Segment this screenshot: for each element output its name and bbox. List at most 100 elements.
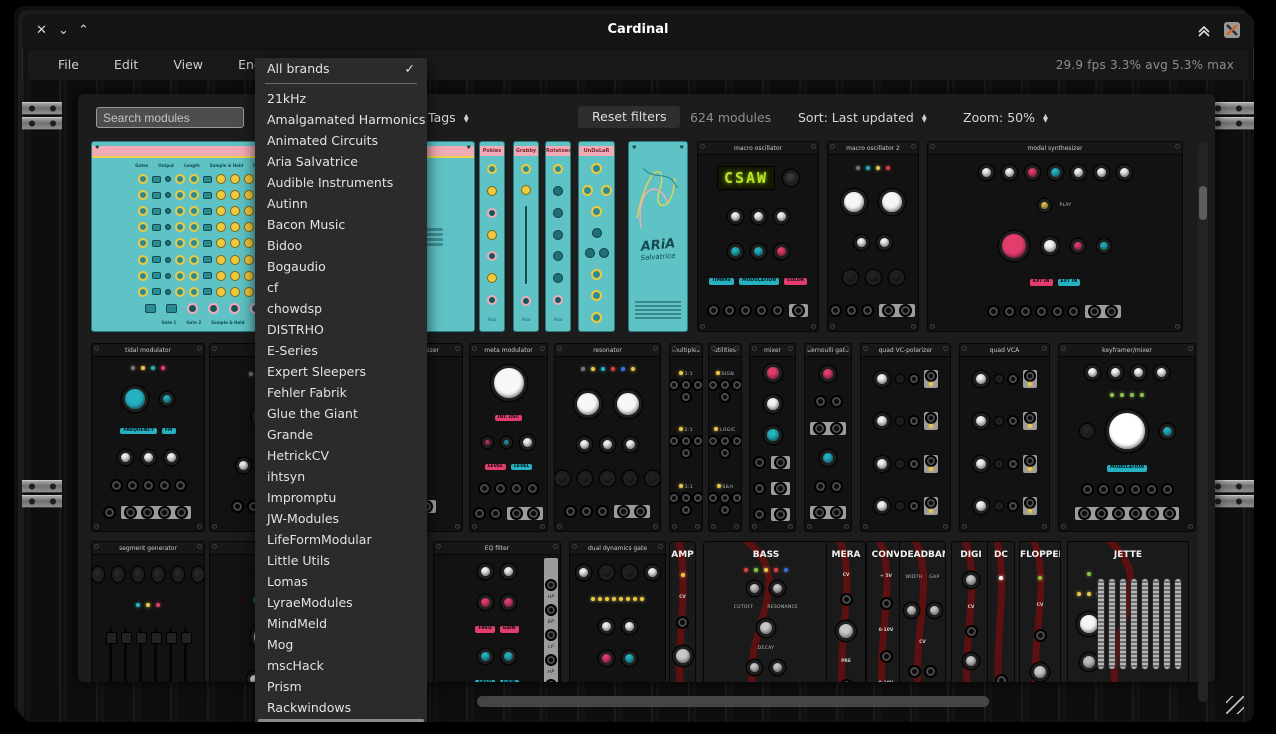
module-preview-flopper[interactable]: FLOPPER CV — [1020, 542, 1060, 682]
chip: LEVEL — [485, 464, 506, 471]
menu-item-distrho[interactable]: DISTRHO — [255, 319, 427, 340]
module-preview-rotatoes[interactable]: Rotatoes Aria — [546, 142, 570, 331]
menu-item-label: cf — [267, 277, 278, 298]
rollup-icon[interactable] — [1196, 23, 1212, 39]
menu-item-all-brands[interactable]: All brands ✓ — [255, 58, 427, 79]
menu-item-bogaudio[interactable]: Bogaudio — [255, 256, 427, 277]
module-preview-segment-generator[interactable]: segment generator — [92, 542, 204, 682]
menu-item-audible-instruments[interactable]: Audible Instruments — [255, 172, 427, 193]
module-preview-eq-filter[interactable]: EQ filterFREQGAINFREQGAINHPBPLPHPBP — [434, 542, 560, 682]
module-preview-quad-vca[interactable]: quad VCA — [960, 344, 1049, 531]
module-preview-meta-modulator[interactable]: meta modulatorINT. OSCLEVELLEVEL — [470, 344, 547, 531]
module-preview-utilities[interactable]: utilities SIGN LOGIC S&H — [709, 344, 741, 531]
vertical-scrollbar-thumb[interactable] — [1199, 186, 1207, 220]
resize-handle-icon[interactable] — [1226, 696, 1244, 714]
module-preview-undular[interactable]: UnDuLaR — [579, 142, 614, 331]
menu-item-label: Lomas — [267, 571, 308, 592]
menu-item-lifeformmodular[interactable]: LifeFormModular — [255, 529, 427, 550]
menu-item-expert-sleepers[interactable]: Expert Sleepers — [255, 361, 427, 382]
chip: MODULATION — [739, 278, 779, 285]
module-preview-multiples[interactable]: multiples 1:1 2:1 1:1 — [670, 344, 702, 531]
menu-item-cf[interactable]: cf — [255, 277, 427, 298]
menu-item-bacon-music[interactable]: Bacon Music — [255, 214, 427, 235]
ln — [92, 386, 204, 412]
menu-item-mindmeld[interactable]: MindMeld — [255, 613, 427, 634]
menu-item-jw-modules[interactable]: JW-Modules — [255, 508, 427, 529]
menu-item-prism[interactable]: Prism — [255, 676, 427, 697]
module-preview-keyframer-mixer[interactable]: keyframer/mixerMODULATION — [1059, 344, 1195, 531]
menu-item-little-utils[interactable]: Little Utils — [255, 550, 427, 571]
menu-item-impromptu[interactable]: Impromptu — [255, 487, 427, 508]
module-preview-quad-vc-polarizer[interactable]: quad VC-polarizer — [861, 344, 950, 531]
menu-item-rackwindows[interactable]: Rackwindows — [255, 697, 427, 718]
ln — [555, 367, 660, 371]
module-preview-modal-synthesizer[interactable]: modal synthesizerPLAYEXT INEXT IN — [928, 142, 1182, 331]
menu-file[interactable]: File — [58, 50, 79, 72]
menu-item-lomas[interactable]: Lomas — [255, 571, 427, 592]
module-preview-tidal-modulator[interactable]: tidal modulatorFREQUENCYFM — [92, 344, 204, 531]
menu-item-bidoo[interactable]: Bidoo — [255, 235, 427, 256]
jk — [598, 507, 607, 516]
menu-edit[interactable]: Edit — [114, 50, 138, 72]
menu-item-lyraemodules[interactable]: LyraeModules — [255, 592, 427, 613]
module-preview-macro-oscillator[interactable]: macro oscillatorCSAWTIMBREMODULATIONCOLO… — [698, 142, 818, 331]
yfill — [216, 271, 226, 281]
module-preview-macro-oscillator-2[interactable]: macro oscillator 2 — [828, 142, 918, 331]
module-preview-deadband[interactable]: DEADBAND WIDTH GAPCV — [900, 542, 945, 682]
module-preview-resonator[interactable]: resonator — [555, 344, 660, 531]
led — [640, 597, 644, 601]
rack-rail — [22, 495, 62, 508]
jk — [721, 437, 729, 445]
tdot — [585, 248, 595, 258]
menu-item-e-series[interactable]: E-Series — [255, 340, 427, 361]
strip — [1023, 412, 1037, 430]
module-preview-grabby[interactable]: Grabby Aria — [514, 142, 538, 331]
menu-item-amalgamated-harmonics[interactable]: Amalgamated Harmonics — [255, 109, 427, 130]
menu-item-glue-the-giant[interactable]: Glue the Giant — [255, 403, 427, 424]
window-title: Cardinal — [22, 22, 1254, 37]
module-preview-dc[interactable]: DC IN — [988, 542, 1014, 682]
au-title: JETTE — [1068, 542, 1188, 560]
tlab: CUTOFF RESONANCE — [734, 605, 798, 610]
menu-item-mog[interactable]: Mog — [255, 634, 427, 655]
module-preview-bass[interactable]: BASS CUTOFF RESONANCEDECAYENVMOD ACCENTA… — [704, 542, 828, 682]
menu-item-grande[interactable]: Grande — [255, 424, 427, 445]
module-preview-mixer[interactable]: mixer — [750, 344, 795, 531]
horizontal-scrollbar-thumb[interactable] — [477, 696, 989, 707]
kn — [866, 270, 881, 285]
module-preview-mera[interactable]: MERA CVPRE — [827, 542, 865, 682]
module-preview-digi[interactable]: DIGI CVANALOG — [952, 542, 990, 682]
menu-item-aria-salvatrice[interactable]: Aria Salvatrice — [255, 151, 427, 172]
module-preview-aria-splash[interactable]: ♥♥ ARiA Salvatrice — [629, 142, 687, 331]
scrw — [1042, 346, 1047, 351]
menu-item-autinn[interactable]: Autinn — [255, 193, 427, 214]
mbody: 1:1 2:1 1:1 — [670, 358, 702, 527]
module-preview-dual-dynamics-gate[interactable]: dual dynamics gateLEVEL MODLEVEL MOD — [570, 542, 665, 682]
led — [249, 372, 253, 376]
strip — [1023, 370, 1037, 388]
menu-item-21khz[interactable]: 21kHz — [255, 88, 427, 109]
module-preview-jette[interactable]: JETTE INJECT — [1068, 542, 1188, 682]
menu-item-mschack[interactable]: mscHack — [255, 655, 427, 676]
menu-item-animated-circuits[interactable]: Animated Circuits — [255, 130, 427, 151]
menu-item-ihtsyn[interactable]: ihtsyn — [255, 466, 427, 487]
module-preview-amp[interactable]: AMP CVIN — [670, 542, 695, 682]
jk — [725, 306, 734, 315]
chip: GAIN — [500, 626, 519, 633]
vertical-scrollbar[interactable] — [1198, 142, 1208, 702]
jk — [832, 482, 841, 491]
module-preview-pokies[interactable]: Pokies Aria — [480, 142, 504, 331]
menu-item-hetrickcv[interactable]: HetrickCV — [255, 445, 427, 466]
kn — [1160, 424, 1175, 439]
menu-item-fehler-fabrik[interactable]: Fehler Fabrik — [255, 382, 427, 403]
menu-item-chowdsp[interactable]: chowdsp — [255, 298, 427, 319]
scrw — [472, 346, 477, 351]
app-x-icon[interactable] — [1224, 22, 1240, 38]
jk — [832, 508, 841, 517]
led — [1028, 467, 1032, 471]
decor: Length — [184, 163, 200, 168]
menu-view[interactable]: View — [173, 50, 203, 72]
pill — [203, 192, 212, 199]
yring — [582, 185, 593, 196]
module-preview-bernoulli-gate[interactable]: bernoulli gate — [805, 344, 851, 531]
